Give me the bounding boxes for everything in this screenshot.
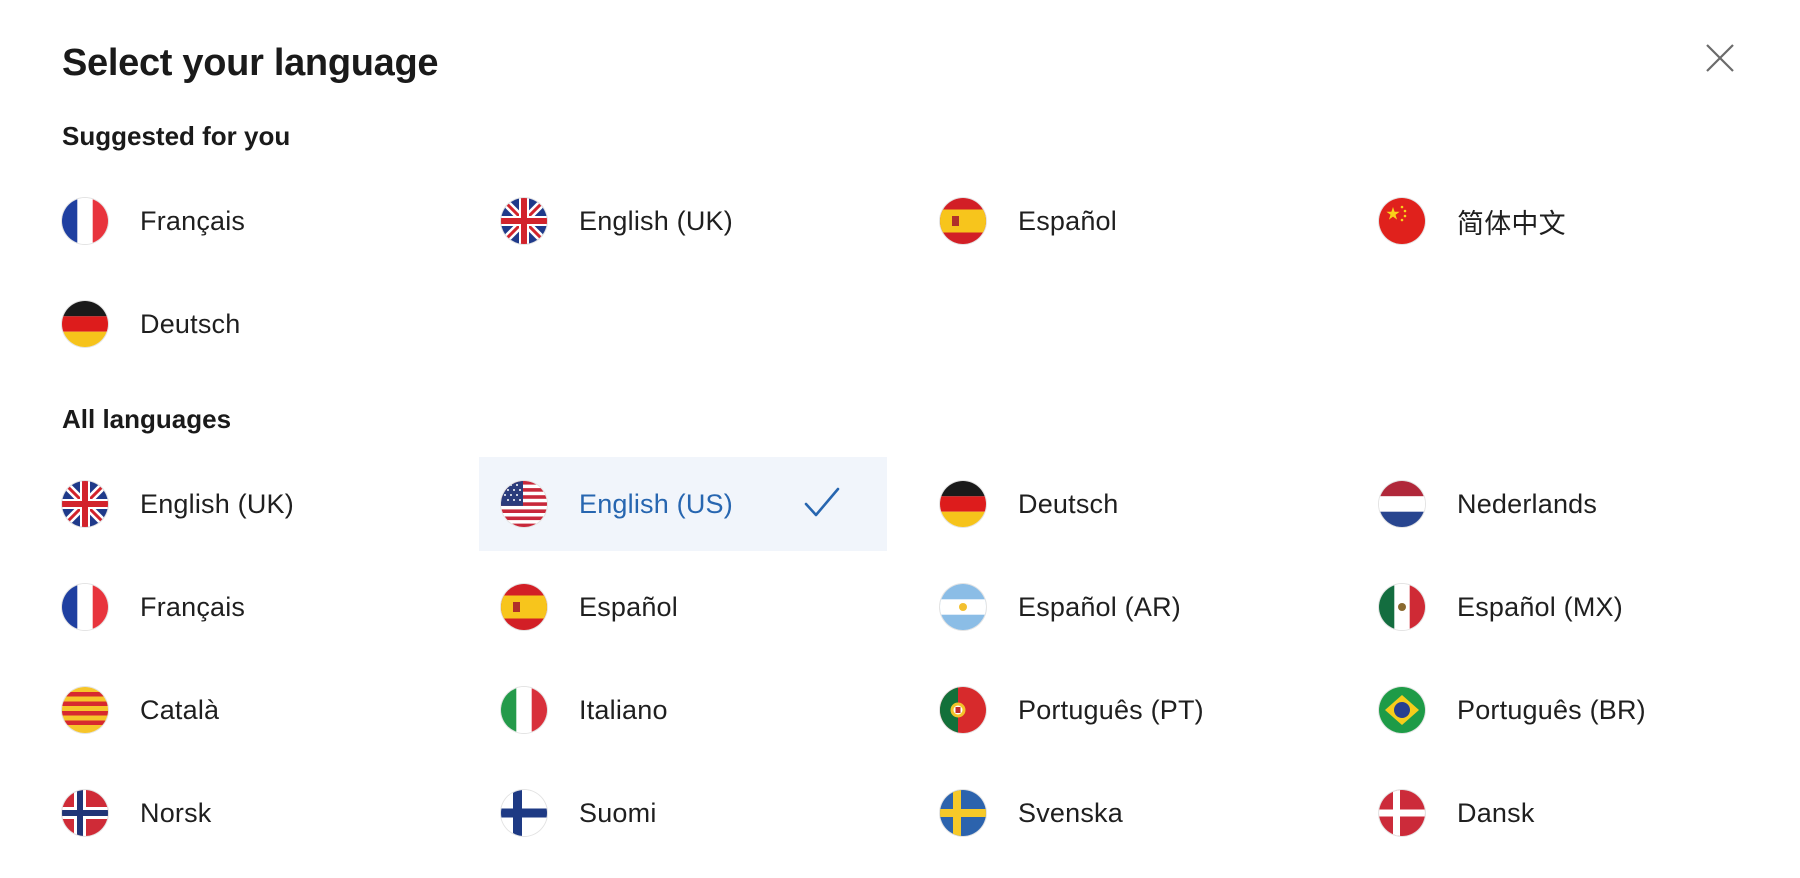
suggested-option-fran-ais[interactable]: Français [26, 174, 465, 277]
language-label: Français [140, 591, 246, 622]
language-option-content: Svenska [940, 766, 1343, 860]
suggested-option-espa-ol[interactable]: Español [904, 174, 1343, 277]
language-label: Deutsch [140, 308, 241, 339]
close-icon [1706, 44, 1734, 72]
language-label: Nederlands [1457, 488, 1598, 519]
language-label: Suomi [579, 797, 657, 828]
flag-se-icon [940, 790, 986, 836]
all-option-espa-ol-mx[interactable]: Español (MX) [1343, 560, 1782, 663]
all-languages-list: English (UK) English (US) Deutsch Nederland… [26, 457, 1782, 869]
all-option-dansk[interactable]: Dansk [1343, 766, 1782, 869]
all-option-suomi[interactable]: Suomi [465, 766, 904, 869]
language-option-content: Nederlands [1379, 457, 1782, 551]
language-option-content: Español [940, 174, 1343, 268]
language-option-content: Français [62, 560, 465, 654]
language-option-content: Português (PT) [940, 663, 1343, 757]
language-option-content: 简体中文 [1379, 174, 1782, 268]
language-label: Svenska [1018, 797, 1123, 828]
flag-fi-icon [501, 790, 547, 836]
language-label: Français [140, 205, 246, 236]
suggested-option-english-uk[interactable]: English (UK) [465, 174, 904, 277]
language-label: Italiano [579, 694, 668, 725]
language-option-content: Deutsch [62, 277, 465, 371]
flag-de-icon [940, 481, 986, 527]
language-label: 简体中文 [1457, 208, 1566, 239]
language-option-content: Français [62, 174, 465, 268]
language-label: Português (BR) [1457, 694, 1646, 725]
language-option-content: Italiano [501, 663, 904, 757]
all-option-espa-ol[interactable]: Español [465, 560, 904, 663]
language-option-content: Norsk [62, 766, 465, 860]
flag-fr-icon [62, 198, 108, 244]
suggested-option-item-3[interactable]: 简体中文 [1343, 174, 1782, 277]
language-label: English (UK) [579, 205, 733, 236]
all-option-norsk[interactable]: Norsk [26, 766, 465, 869]
suggested-heading: Suggested for you [62, 121, 291, 151]
all-option-nederlands[interactable]: Nederlands [1343, 457, 1782, 560]
language-option-content: English (UK) [62, 457, 465, 551]
language-option-content: English (UK) [501, 174, 904, 268]
suggested-option-deutsch[interactable]: Deutsch [26, 277, 465, 380]
language-selector-dialog: Select your language Suggested for you F… [0, 0, 1800, 878]
flag-br-icon [1379, 687, 1425, 733]
all-languages-heading: All languages [62, 404, 232, 434]
language-label: Español [1018, 205, 1117, 236]
flag-pt-icon [940, 687, 986, 733]
flag-gb-icon [62, 481, 108, 527]
language-label: Português (PT) [1018, 694, 1204, 725]
flag-fr-icon [62, 584, 108, 630]
language-label: English (UK) [140, 488, 294, 519]
all-option-italiano[interactable]: Italiano [465, 663, 904, 766]
flag-gb-icon [501, 198, 547, 244]
language-option-content: Suomi [501, 766, 904, 860]
flag-it-icon [501, 687, 547, 733]
language-label: Español [579, 591, 678, 622]
language-option-content: Español [501, 560, 904, 654]
language-option-content: Deutsch [940, 457, 1343, 551]
flag-cat-icon [62, 687, 108, 733]
dialog-title: Select your language [62, 42, 439, 84]
all-option-portugu-s-br[interactable]: Português (BR) [1343, 663, 1782, 766]
all-option-espa-ol-ar[interactable]: Español (AR) [904, 560, 1343, 663]
language-option-content: Dansk [1379, 766, 1782, 860]
all-option-deutsch[interactable]: Deutsch [904, 457, 1343, 560]
language-label: English (US) [579, 488, 733, 519]
flag-es-icon [940, 198, 986, 244]
all-option-english-uk[interactable]: English (UK) [26, 457, 465, 560]
language-label: Norsk [140, 797, 212, 828]
language-option-content: English (US) [501, 457, 904, 551]
language-label: Dansk [1457, 797, 1535, 828]
language-option-content: Español (AR) [940, 560, 1343, 654]
suggested-language-list: Français English (UK) Español 简体中文 Deutsch [26, 174, 1782, 380]
all-option-english-us[interactable]: English (US) [465, 457, 904, 560]
language-label: Español (MX) [1457, 591, 1623, 622]
flag-ar-icon [940, 584, 986, 630]
flag-cn-icon [1379, 198, 1425, 244]
language-label: Español (AR) [1018, 591, 1181, 622]
language-option-content: Português (BR) [1379, 663, 1782, 757]
flag-es-icon [501, 584, 547, 630]
all-option-svenska[interactable]: Svenska [904, 766, 1343, 869]
all-option-catal[interactable]: Català [26, 663, 465, 766]
close-button[interactable] [1700, 38, 1740, 78]
all-option-portugu-s-pt[interactable]: Português (PT) [904, 663, 1343, 766]
language-label: Deutsch [1018, 488, 1119, 519]
flag-mx-icon [1379, 584, 1425, 630]
language-option-content: Català [62, 663, 465, 757]
language-option-content: Español (MX) [1379, 560, 1782, 654]
flag-nl-icon [1379, 481, 1425, 527]
flag-us-icon [501, 481, 547, 527]
flag-de-icon [62, 301, 108, 347]
flag-dk-icon [1379, 790, 1425, 836]
language-label: Català [140, 694, 220, 725]
flag-no-icon [62, 790, 108, 836]
all-option-fran-ais[interactable]: Français [26, 560, 465, 663]
checkmark-icon [802, 485, 842, 521]
